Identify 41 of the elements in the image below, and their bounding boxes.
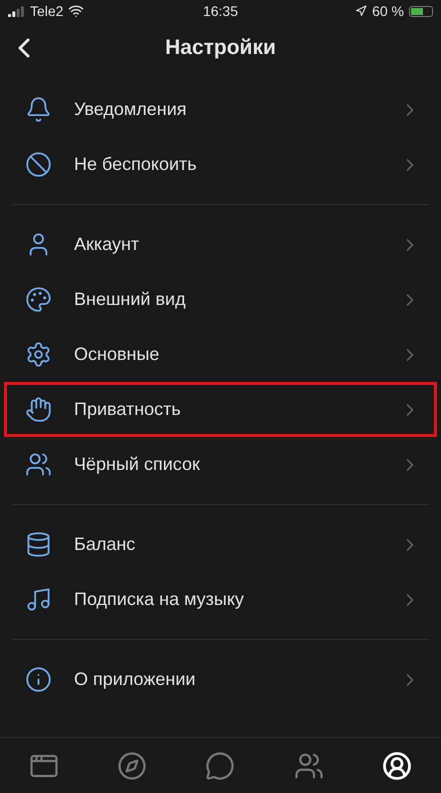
settings-item[interactable]: Основные: [4, 327, 437, 382]
settings-item[interactable]: Чёрный список: [4, 437, 437, 492]
item-label: О приложении: [74, 669, 196, 690]
settings-item[interactable]: Внешний вид: [4, 272, 437, 327]
settings-item[interactable]: Баланс: [4, 517, 437, 572]
compass-icon[interactable]: [117, 750, 148, 780]
clock-time: 16:35: [202, 3, 238, 19]
item-label: Подписка на музыку: [74, 589, 245, 610]
signal-icon: [8, 6, 25, 16]
wifi-icon: [68, 3, 84, 19]
people-icon: [25, 451, 52, 478]
item-label: Внешний вид: [74, 289, 187, 310]
settings-item[interactable]: Уведомления: [4, 82, 437, 137]
item-label: Не беспокоить: [74, 154, 198, 175]
ban-icon: [25, 151, 52, 178]
database-icon: [25, 531, 52, 558]
settings-item[interactable]: Аккаунт: [4, 217, 437, 272]
item-label: Уведомления: [74, 99, 188, 120]
carrier-name: Tele2: [30, 3, 64, 19]
item-label: Основные: [74, 344, 160, 365]
settings-icon: [25, 341, 52, 368]
item-label: Приватность: [74, 399, 182, 420]
profile-icon[interactable]: [382, 750, 412, 780]
battery-icon: [408, 6, 433, 16]
hand-icon: [25, 396, 52, 423]
item-label: Баланс: [74, 534, 136, 555]
info-icon: [25, 666, 52, 693]
settings-item[interactable]: Не беспокоить: [4, 137, 437, 192]
settings-item[interactable]: Подписка на музыку: [4, 572, 437, 627]
highlighted-settings-item[interactable]: Приватность: [4, 382, 437, 437]
music-note-icon: [25, 586, 52, 613]
item-label: Аккаунт: [74, 234, 140, 255]
battery-percent: 60 %: [372, 3, 404, 19]
palette-icon: [25, 286, 52, 313]
location-icon: [355, 5, 368, 17]
item-label: Чёрный список: [74, 454, 201, 475]
page-title: Настройки: [165, 36, 276, 60]
settings-item[interactable]: О приложении: [4, 652, 437, 707]
bell-icon: [25, 96, 52, 123]
people-icon[interactable]: [294, 750, 324, 780]
chat-bubble-icon[interactable]: [205, 750, 236, 780]
